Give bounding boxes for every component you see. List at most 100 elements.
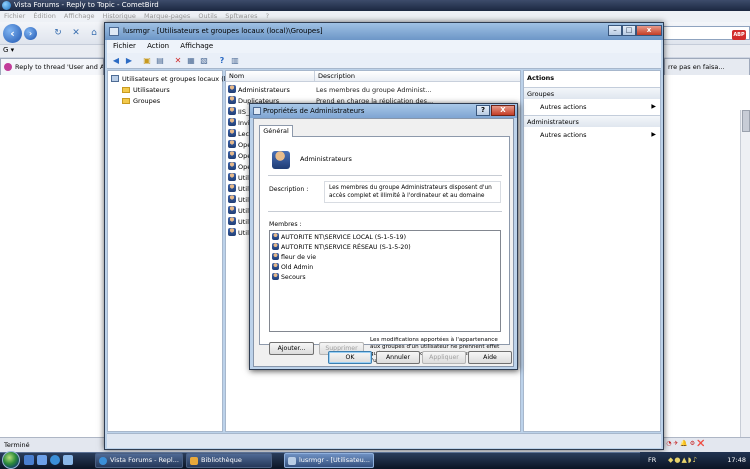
maximize-icon[interactable]: □	[622, 25, 636, 36]
scrollbar-thumb[interactable]	[742, 110, 750, 132]
actions-section-administrateurs[interactable]: Administrateurs	[524, 115, 660, 127]
group-icon	[228, 173, 236, 181]
list-item[interactable]: Secours	[272, 273, 306, 283]
lusrmgr-title-bar[interactable]: lusrmgr - [Utilisateurs et groupes locau…	[105, 23, 663, 40]
menu-affichage[interactable]: Affichage	[180, 42, 213, 50]
action-pane-icon[interactable]: ▥	[230, 56, 240, 66]
dialog-title: Propriétés de Administrateurs	[263, 107, 365, 115]
tray-icons[interactable]: ◆●▲◗♪	[668, 456, 698, 465]
user-icon	[272, 253, 279, 260]
minimize-icon[interactable]: –	[608, 25, 622, 36]
row-name: Lec	[238, 130, 250, 138]
browser-menu-edition[interactable]: Édition	[33, 12, 56, 20]
member-name: Secours	[281, 274, 306, 281]
up-folder-icon[interactable]: ▣	[142, 56, 152, 66]
explorer-quicklaunch-icon[interactable]	[63, 455, 73, 465]
tree-root-label: Utilisateurs et groupes locaux (lc	[122, 75, 230, 83]
table-row[interactable]: Administrateurs Les membres du groupe Adm…	[228, 85, 518, 96]
reload-icon[interactable]: ↻	[52, 27, 64, 39]
column-header-description[interactable]: Description	[314, 71, 355, 82]
start-button-icon[interactable]	[2, 451, 20, 469]
show-hide-tree-icon[interactable]: ▤	[155, 56, 165, 66]
dialog-help-icon[interactable]: ?	[476, 105, 490, 116]
console-tree: Utilisateurs et groupes locaux (lc Utili…	[107, 70, 229, 432]
close-icon[interactable]: x	[636, 25, 662, 36]
user-group-icon	[272, 243, 279, 250]
tree-item-label: Utilisateurs	[133, 86, 170, 94]
submenu-arrow-icon: ▶	[651, 131, 656, 138]
delete-icon[interactable]: ✕	[173, 56, 183, 66]
dialog-close-icon[interactable]: X	[491, 105, 515, 116]
stop-icon[interactable]: ✕	[70, 27, 82, 39]
show-desktop-icon[interactable]	[24, 455, 34, 465]
row-name: Util	[238, 229, 249, 237]
row-description: Les membres du groupe Administ...	[316, 86, 432, 94]
switch-windows-icon[interactable]	[37, 455, 47, 465]
language-indicator[interactable]: FR	[648, 452, 656, 469]
browser-menu-outils[interactable]: Outils	[198, 12, 217, 20]
back-icon[interactable]: ◀	[111, 56, 121, 66]
browser-menu-softwares[interactable]: Spftwares	[225, 12, 257, 20]
taskbar-button-vista-forums[interactable]: Vista Forums - Repl...	[95, 453, 183, 468]
tree-item-utilisateurs[interactable]: Utilisateurs	[122, 85, 170, 95]
browser-quicklaunch-icon[interactable]	[50, 455, 60, 465]
forward-arrow-icon[interactable]: ›	[24, 27, 37, 40]
back-arrow-icon[interactable]: ‹	[3, 24, 22, 43]
browser-menu-affichage[interactable]: Affichage	[64, 12, 95, 20]
browser-menu-bar: Fichier Édition Affichage Historique Mar…	[0, 11, 750, 22]
help-button[interactable]: Aide	[468, 351, 512, 364]
action-autres-actions-groupes[interactable]: Autres actions ▶	[540, 101, 658, 113]
browser-scrollbar[interactable]	[740, 110, 750, 437]
properties-icon[interactable]: ▦	[186, 56, 196, 66]
dialog-window-icon	[253, 107, 261, 115]
row-name: IIS_	[238, 108, 250, 116]
help-icon[interactable]: ?	[217, 56, 227, 66]
members-label: Membres :	[269, 221, 302, 228]
apply-button[interactable]: Appliquer	[422, 351, 466, 364]
tree-item-groupes[interactable]: Groupes	[122, 96, 160, 106]
browser-menu-marque-pages[interactable]: Marque-pages	[144, 12, 190, 20]
list-item[interactable]: AUTORITE NT\SERVICE RÉSEAU (S-1-5-20)	[272, 243, 411, 253]
member-name: Old Admin	[281, 264, 314, 271]
browser-menu-help[interactable]: ?	[266, 12, 269, 20]
list-item[interactable]: fleur de vie	[272, 253, 316, 263]
description-label: Description :	[269, 186, 309, 193]
taskbar-label: Bibliothèque	[201, 456, 242, 464]
members-list[interactable]: AUTORITE NT\SERVICE LOCAL (S-1-5-19) AUT…	[269, 230, 501, 332]
list-item[interactable]: AUTORITE NT\SERVICE LOCAL (S-1-5-19)	[272, 233, 406, 243]
tab-reply-to-thread[interactable]: Reply to thread 'User and A	[0, 58, 104, 75]
divider	[268, 211, 502, 212]
actions-section-groupes[interactable]: Groupes	[524, 87, 660, 99]
description-field[interactable]: Les membres du groupe Administrateurs di…	[324, 181, 501, 203]
lusrmgr-menu-bar: Fichier Action Affichage	[107, 40, 661, 53]
member-name: AUTORITE NT\SERVICE RÉSEAU (S-1-5-20)	[281, 244, 411, 251]
browser-menu-fichier[interactable]: Fichier	[4, 12, 25, 20]
divider	[268, 175, 502, 176]
action-autres-actions-administrateurs[interactable]: Autres actions ▶	[540, 129, 658, 141]
group-icon	[272, 151, 290, 169]
menu-action[interactable]: Action	[147, 42, 169, 50]
forward-icon[interactable]: ▶	[124, 56, 134, 66]
folder-icon	[122, 87, 130, 93]
tree-root[interactable]: Utilisateurs et groupes locaux (lc	[111, 74, 229, 84]
list-item[interactable]: Old Admin	[272, 263, 313, 273]
row-name: Util	[238, 196, 249, 204]
refresh-icon[interactable]: ▧	[199, 56, 209, 66]
column-header-nom[interactable]: Nom	[226, 71, 244, 82]
menu-fichier[interactable]: Fichier	[113, 42, 136, 50]
user-icon	[272, 273, 279, 280]
lusrmgr-status-bar	[107, 433, 661, 448]
add-member-button[interactable]: Ajouter...	[269, 342, 314, 355]
adblock-icon[interactable]: ABP	[732, 30, 746, 40]
tab-general[interactable]: Général	[259, 125, 293, 137]
browser-title-bar: Vista Forums - Reply to Topic - CometBir…	[0, 0, 750, 11]
google-search-icon[interactable]: G ▾	[0, 44, 20, 57]
taskbar-button-lusrmgr[interactable]: lusrmgr - [Utilisateu...	[284, 453, 374, 468]
home-icon[interactable]: ⌂	[88, 27, 100, 39]
cancel-button[interactable]: Annuler	[376, 351, 420, 364]
tab-other[interactable]: rre pas en faisa...	[664, 58, 750, 75]
browser-menu-historique[interactable]: Historique	[103, 12, 136, 20]
clock[interactable]: 17:48	[727, 452, 746, 469]
ok-button[interactable]: OK	[328, 351, 372, 364]
taskbar-button-bibliotheque[interactable]: Bibliothèque	[186, 453, 272, 468]
